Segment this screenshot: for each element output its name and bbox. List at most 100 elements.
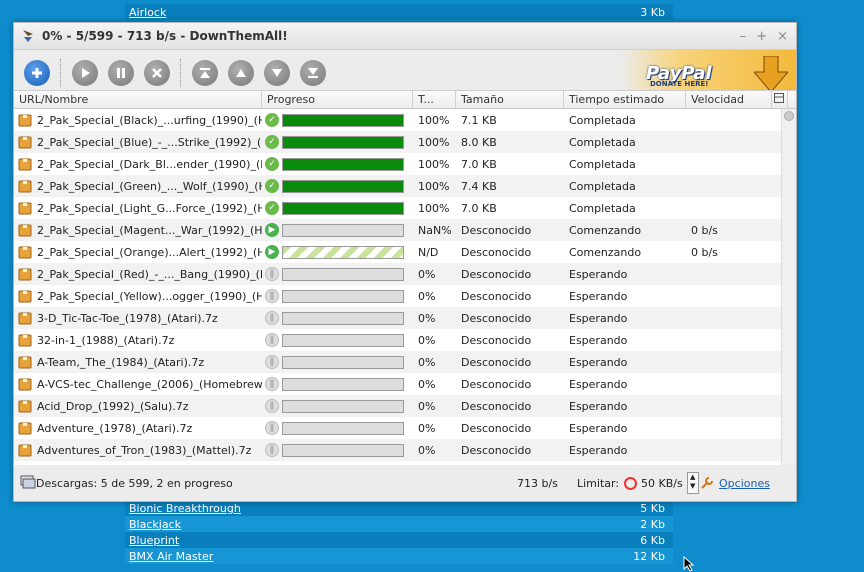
table-header: URL/Nombre Progreso T... Tamaño Tiempo e… — [14, 91, 796, 109]
archive-file-icon — [18, 268, 32, 281]
completed-icon: ✓ — [265, 113, 279, 127]
background-link[interactable]: Bionic Breakthrough — [129, 502, 241, 515]
table-row[interactable]: A-VCS-tec_Challenge_(2006)_(Homebrew).7z… — [14, 373, 796, 395]
move-up-button[interactable] — [228, 60, 254, 86]
options-link-group[interactable]: Opciones — [699, 475, 770, 491]
cancel-button[interactable] — [144, 60, 170, 86]
table-row[interactable]: 2_Pak_Special_(Light_G...Force_(1992)_(H… — [14, 197, 796, 219]
percent-cell: 0% — [418, 311, 436, 325]
limit-stepper[interactable]: ▲ ▼ — [686, 472, 699, 494]
move-top-button[interactable] — [192, 60, 218, 86]
table-row[interactable]: 3-D_Tic-Tac-Toe_(1978)_(Atari).7z ǁ 0% Desc… — [14, 307, 796, 329]
table-row[interactable]: 2_Pak_Special_(Black)_...urfing_(1990)_(… — [14, 109, 796, 131]
resume-button[interactable] — [72, 60, 98, 86]
limit-value[interactable]: 50 KB/s — [641, 477, 683, 490]
file-name: 2_Pak_Special_(Magent..._War_(1992)_(HES… — [37, 223, 262, 237]
move-down-button[interactable] — [264, 60, 290, 86]
background-link[interactable]: Blackjack — [129, 518, 181, 531]
progress-cell: ✓ — [262, 179, 413, 193]
archive-file-icon — [18, 202, 32, 215]
column-picker-icon[interactable] — [772, 91, 788, 108]
cancel-icon — [152, 68, 162, 78]
eta-cell: Esperando — [569, 377, 628, 391]
table-row[interactable]: Adventure_(1978)_(Atari).7z ǁ 0% Desconocid… — [14, 417, 796, 439]
table-row[interactable]: 32-in-1_(1988)_(Atari).7z ǁ 0% Desconocido E… — [14, 329, 796, 351]
background-link[interactable]: Blueprint — [129, 534, 179, 547]
close-icon[interactable]: × — [777, 29, 788, 44]
archive-file-icon — [18, 334, 32, 347]
add-download-button[interactable] — [24, 60, 50, 86]
progress-bar — [282, 135, 404, 149]
archive-file-icon — [18, 290, 32, 303]
queued-icon: ǁ — [265, 377, 279, 391]
toolbar-separator — [180, 59, 182, 87]
table-row[interactable]: 2_Pak_Special_(Yellow)...ogger_(1990)_(H… — [14, 285, 796, 307]
table-row[interactable]: 2_Pak_Special_(Green)_..._Wolf_(1990)_(H… — [14, 175, 796, 197]
progress-cell: ǁ — [262, 399, 413, 413]
size-cell: Desconocido — [461, 421, 532, 435]
vertical-scrollbar[interactable] — [781, 109, 796, 465]
column-header-name[interactable]: URL/Nombre — [14, 91, 262, 108]
move-down-icon — [272, 69, 282, 77]
scrollbar-thumb[interactable] — [784, 111, 794, 121]
column-header-size[interactable]: Tamaño — [456, 91, 564, 108]
progress-bar — [282, 201, 404, 215]
queued-icon: ǁ — [265, 355, 279, 369]
table-row[interactable]: A-Team,_The_(1984)_(Atari).7z ǁ 0% Desconoc… — [14, 351, 796, 373]
table-row[interactable]: 2_Pak_Special_(Dark_Bl...ender_(1990)_(H… — [14, 153, 796, 175]
options-link[interactable]: Opciones — [719, 477, 770, 490]
background-size: 12 Kb — [633, 549, 665, 563]
running-icon: ▶ — [265, 245, 279, 259]
move-top-icon — [200, 68, 210, 78]
progress-cell: ▶ — [262, 245, 413, 259]
background-list-item: BMX Air Master 12 Kb — [125, 548, 673, 564]
archive-file-icon — [18, 312, 32, 325]
minimize-icon[interactable]: – — [740, 29, 747, 44]
column-header-progress[interactable]: Progreso — [262, 91, 413, 108]
background-link[interactable]: Airlock — [129, 6, 166, 19]
queued-icon: ǁ — [265, 267, 279, 281]
progress-cell: ǁ — [262, 267, 413, 281]
progress-cell: ▶ — [262, 223, 413, 237]
title-bar[interactable]: 0% - 5/599 - 713 b/s - DownThemAll! – + … — [14, 23, 796, 50]
move-bottom-button[interactable] — [300, 60, 326, 86]
total-speed: 713 b/s — [517, 476, 558, 490]
progress-bar — [282, 113, 404, 127]
completed-icon: ✓ — [265, 135, 279, 149]
queued-icon: ǁ — [265, 289, 279, 303]
size-cell: Desconocido — [461, 333, 532, 347]
eta-cell: Comenzando — [569, 245, 642, 259]
progress-bar — [282, 377, 404, 391]
size-cell: Desconocido — [461, 443, 532, 457]
percent-cell: 100% — [418, 179, 450, 193]
file-name: 2_Pak_Special_(Light_G...Force_(1992)_(H… — [37, 201, 262, 215]
table-row[interactable]: 2_Pak_Special_(Blue)_-_...Strike_(1992)_… — [14, 131, 796, 153]
file-name: 2_Pak_Special_(Green)_..._Wolf_(1990)_(H… — [37, 179, 262, 193]
file-name-cell: 2_Pak_Special_(Black)_...urfing_(1990)_(… — [14, 113, 262, 127]
pause-button[interactable] — [108, 60, 134, 86]
percent-cell: 100% — [418, 113, 450, 127]
column-header-speed[interactable]: Velocidad — [686, 91, 772, 108]
maximize-icon[interactable]: + — [756, 29, 767, 44]
move-up-icon — [236, 69, 246, 77]
progress-bar — [282, 399, 404, 413]
background-link[interactable]: BMX Air Master — [129, 550, 213, 563]
column-header-percent[interactable]: T... — [413, 91, 456, 108]
completed-icon: ✓ — [265, 157, 279, 171]
file-name-cell: 3-D_Tic-Tac-Toe_(1978)_(Atari).7z — [14, 311, 262, 325]
table-row[interactable]: 2_Pak_Special_(Orange)...Alert_(1992)_(H… — [14, 241, 796, 263]
file-name: 2_Pak_Special_(Black)_...urfing_(1990)_(… — [37, 113, 262, 127]
percent-cell: 0% — [418, 421, 436, 435]
table-row[interactable]: Acid_Drop_(1992)_(Salu).7z ǁ 0% Desconocido… — [14, 395, 796, 417]
archive-file-icon — [18, 136, 32, 149]
archive-file-icon — [18, 246, 32, 259]
table-row[interactable]: Adventures_of_Tron_(1983)_(Mattel).7z ǁ 0%… — [14, 439, 796, 461]
size-cell: Desconocido — [461, 289, 532, 303]
limit-toggle-icon[interactable] — [624, 476, 638, 490]
column-header-eta[interactable]: Tiempo estimado — [564, 91, 686, 108]
speed-limit: Limitar: 50 KB/s ▲ ▼ — [577, 472, 699, 494]
file-name-cell: 2_Pak_Special_(Green)_..._Wolf_(1990)_(H… — [14, 179, 262, 193]
table-row[interactable]: 2_Pak_Special_(Red)_-_..._Bang_(1990)_(H… — [14, 263, 796, 285]
table-row[interactable]: 2_Pak_Special_(Magent..._War_(1992)_(HES… — [14, 219, 796, 241]
downloads-window-icon[interactable] — [20, 475, 36, 489]
